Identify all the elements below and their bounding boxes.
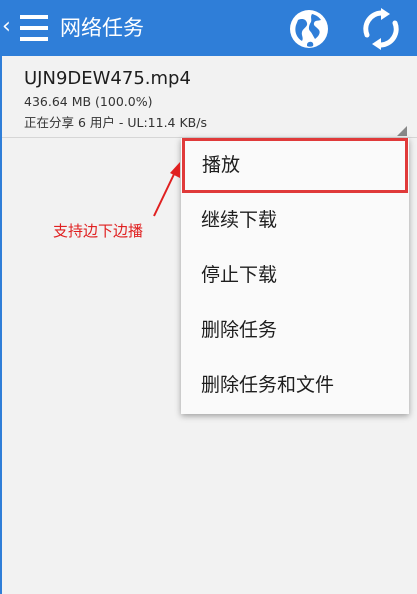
sync-icon[interactable] bbox=[360, 8, 402, 50]
page-title: 网络任务 bbox=[60, 16, 144, 40]
menu-item-label: 继续下载 bbox=[201, 209, 278, 231]
menu-item-delete-task[interactable]: 删除任务 bbox=[181, 303, 409, 358]
menu-item-label: 停止下载 bbox=[201, 264, 278, 286]
task-status: 正在分享 6 用户 - UL:11.4 KB/s bbox=[24, 115, 207, 130]
back-chevron-icon[interactable]: ‹ bbox=[2, 13, 11, 41]
menu-item-stop-download[interactable]: 停止下载 bbox=[181, 248, 409, 303]
menu-item-play[interactable]: 播放 bbox=[182, 138, 408, 193]
app-bar: ‹ 网络任务 bbox=[0, 0, 417, 56]
menu-item-delete-task-and-file[interactable]: 删除任务和文件 bbox=[181, 358, 409, 413]
corner-indicator-icon bbox=[397, 126, 407, 136]
context-menu: 播放 继续下载 停止下载 删除任务 删除任务和文件 bbox=[181, 138, 409, 414]
menu-item-label: 删除任务和文件 bbox=[201, 374, 335, 396]
task-item[interactable]: UJN9DEW475.mp4 436.64 MB (100.0%) 正在分享 6… bbox=[2, 56, 417, 138]
task-size: 436.64 MB (100.0%) bbox=[24, 94, 153, 109]
annotation-arrow bbox=[153, 162, 180, 217]
menu-item-resume-download[interactable]: 继续下载 bbox=[181, 193, 409, 248]
menu-item-label: 删除任务 bbox=[201, 319, 278, 341]
menu-item-label: 播放 bbox=[202, 154, 241, 176]
globe-icon[interactable] bbox=[288, 8, 330, 50]
task-file-name: UJN9DEW475.mp4 bbox=[24, 68, 191, 89]
menu-icon[interactable] bbox=[20, 15, 48, 41]
annotation-text: 支持边下边播 bbox=[53, 222, 144, 240]
